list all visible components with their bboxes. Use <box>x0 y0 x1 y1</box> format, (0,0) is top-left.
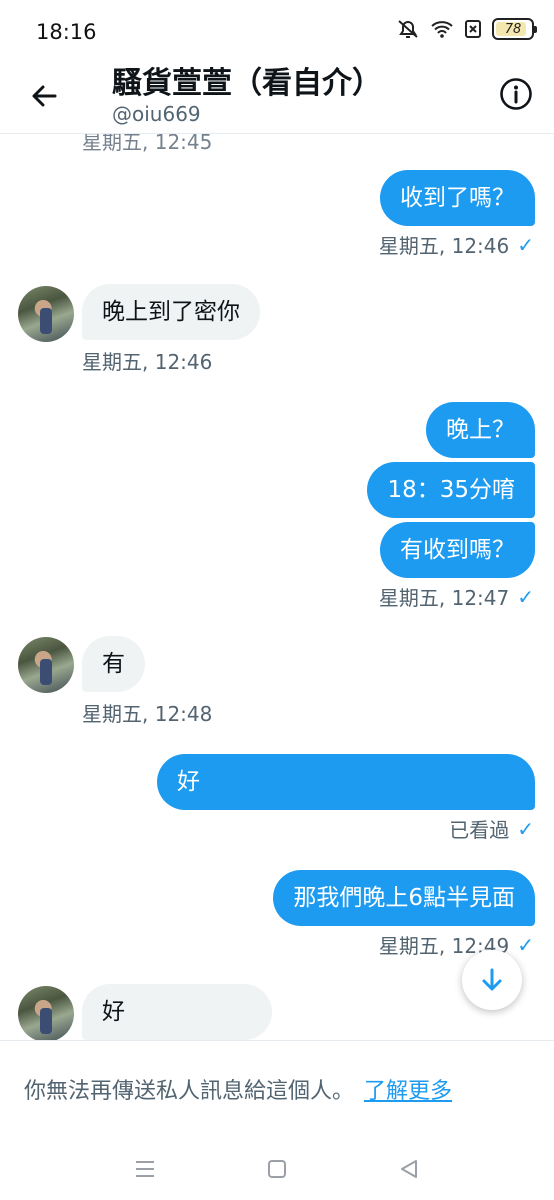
conversation-header: 騷貨萱萱（看自介） @oiu669 <box>0 64 554 134</box>
seen-status: 已看過 ✓ <box>449 814 534 843</box>
notice-text-line: 你無法再傳送私人訊息給這個人。 了解更多 <box>24 1073 452 1105</box>
message-timestamp: 星期五, 12:46 ✓ <box>379 230 534 259</box>
check-icon: ✓ <box>517 816 534 841</box>
system-nav-bar <box>0 1136 554 1200</box>
incoming-message[interactable]: 好 <box>82 984 272 1040</box>
sim-off-icon <box>464 19 482 39</box>
status-time: 18:16 <box>36 20 97 44</box>
incoming-message[interactable]: 有 <box>82 636 145 692</box>
check-icon: ✓ <box>517 584 534 609</box>
conversation-handle: @oiu669 <box>112 102 201 126</box>
timestamp-text: 星期五, 12:46 <box>378 234 510 258</box>
outgoing-message[interactable]: 收到了嗎？ <box>380 170 535 226</box>
recents-button[interactable] <box>130 1154 160 1184</box>
cut-off-timestamp: 星期五, 12:45 <box>82 134 213 154</box>
back-triangle-icon <box>401 1160 417 1178</box>
message-timestamp: 星期五, 12:47 ✓ <box>379 582 534 611</box>
avatar[interactable] <box>18 637 74 693</box>
outgoing-message[interactable]: 18：35分唷 <box>367 462 535 518</box>
battery-icon: 78 <box>492 18 537 40</box>
outgoing-message[interactable]: 那我們晚上6點半見面 <box>273 870 535 926</box>
check-icon: ✓ <box>517 932 534 957</box>
notice-message: 你無法再傳送私人訊息給這個人。 <box>24 1079 355 1104</box>
timestamp-text: 星期五, 12:47 <box>378 586 510 610</box>
wifi-icon <box>430 19 454 39</box>
recents-icon <box>136 1161 154 1177</box>
info-button[interactable] <box>496 74 536 114</box>
outgoing-message[interactable]: 好 <box>157 754 535 810</box>
conversation-title: 騷貨萱萱（看自介） <box>112 66 382 101</box>
outgoing-message[interactable]: 有收到嗎？ <box>380 522 535 578</box>
arrow-down-icon <box>482 968 502 991</box>
back-button[interactable] <box>22 74 66 118</box>
message-timestamp: 星期五, 12:46 <box>82 346 212 375</box>
mute-icon <box>396 18 420 40</box>
home-icon <box>268 1160 286 1178</box>
dm-disabled-notice: 你無法再傳送私人訊息給這個人。 了解更多 <box>0 1040 554 1136</box>
message-timestamp: 星期五, 12:49 ✓ <box>379 930 534 959</box>
message-timestamp: 星期五, 12:48 <box>82 698 212 727</box>
status-icons: 78 <box>396 18 537 40</box>
conversation-title-block[interactable]: 騷貨萱萱（看自介） @oiu669 <box>112 58 382 126</box>
avatar[interactable] <box>18 286 74 342</box>
message-list[interactable]: 星期五, 12:45 收到了嗎？ 星期五, 12:46 ✓ 晚上到了密你 星期五,… <box>0 134 554 1040</box>
outgoing-message[interactable]: 晚上？ <box>426 402 535 458</box>
seen-text: 已看過 <box>449 818 510 842</box>
info-icon <box>500 78 532 110</box>
arrow-left-icon <box>32 85 57 107</box>
incoming-message[interactable]: 晚上到了密你 <box>82 284 260 340</box>
learn-more-link[interactable]: 了解更多 <box>364 1079 452 1104</box>
back-nav-button[interactable] <box>394 1154 424 1184</box>
battery-level: 78 <box>504 21 522 37</box>
status-bar: 18:16 78 <box>0 0 554 64</box>
home-button[interactable] <box>262 1154 292 1184</box>
scroll-to-bottom-button[interactable] <box>462 950 522 1010</box>
timestamp-text: 星期五, 12:46 <box>82 350 213 374</box>
check-icon: ✓ <box>517 232 534 257</box>
avatar[interactable] <box>18 986 74 1040</box>
timestamp-text: 星期五, 12:48 <box>82 702 213 726</box>
